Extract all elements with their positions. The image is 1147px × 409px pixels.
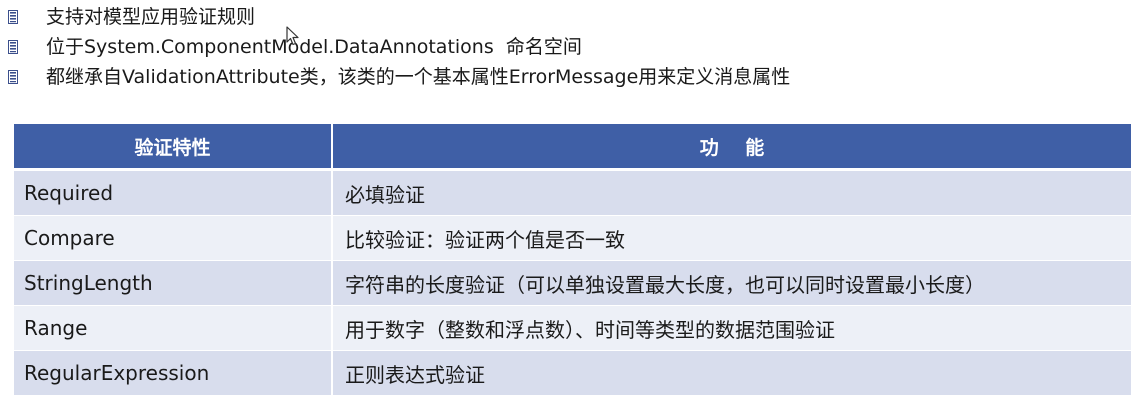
table-header-row: 验证特性 功 能 [14,124,1131,171]
table-row: Range 用于数字（整数和浮点数）、时间等类型的数据范围验证 [14,305,1131,351]
cell-attribute: StringLength [14,260,332,306]
validation-attributes-table: 验证特性 功 能 Required 必填验证 Compare 比较验证：验证两个… [14,124,1131,395]
table-row: StringLength 字符串的长度验证（可以单独设置最大长度，也可以同时设置… [14,260,1131,306]
header-attribute: 验证特性 [14,124,332,171]
bullet-item: 都继承自ValidationAttribute类，该类的一个基本属性ErrorM… [8,62,1138,92]
cell-attribute: Compare [14,215,332,261]
cell-function: 正则表达式验证 [331,350,1131,395]
document-bullet-icon [8,32,30,62]
bullet-list: 支持对模型应用验证规则 位于System.ComponentModel.Data… [8,2,1138,92]
cell-attribute: Required [14,169,332,216]
bullet-text: 支持对模型应用验证规则 [46,6,256,28]
bullet-text: 都继承自ValidationAttribute类，该类的一个基本属性ErrorM… [46,66,791,88]
cell-function: 比较验证：验证两个值是否一致 [331,215,1131,261]
bullet-text: 位于System.ComponentModel.DataAnnotations … [46,36,582,58]
cell-function: 用于数字（整数和浮点数）、时间等类型的数据范围验证 [331,305,1131,351]
attributes-table: 验证特性 功 能 Required 必填验证 Compare 比较验证：验证两个… [14,124,1131,395]
cell-attribute: RegularExpression [14,350,332,395]
header-function: 功 能 [331,124,1131,171]
bullet-item: 位于System.ComponentModel.DataAnnotations … [8,32,1138,62]
table-row: Compare 比较验证：验证两个值是否一致 [14,215,1131,261]
cell-function: 字符串的长度验证（可以单独设置最大长度，也可以同时设置最小长度） [331,260,1131,306]
cell-function: 必填验证 [331,169,1131,216]
bullet-item: 支持对模型应用验证规则 [8,2,1138,32]
table-row: RegularExpression 正则表达式验证 [14,350,1131,395]
cell-attribute: Range [14,305,332,351]
document-bullet-icon [8,2,30,32]
document-bullet-icon [8,62,30,92]
mouse-pointer-icon [286,26,300,46]
table-row: Required 必填验证 [14,169,1131,216]
